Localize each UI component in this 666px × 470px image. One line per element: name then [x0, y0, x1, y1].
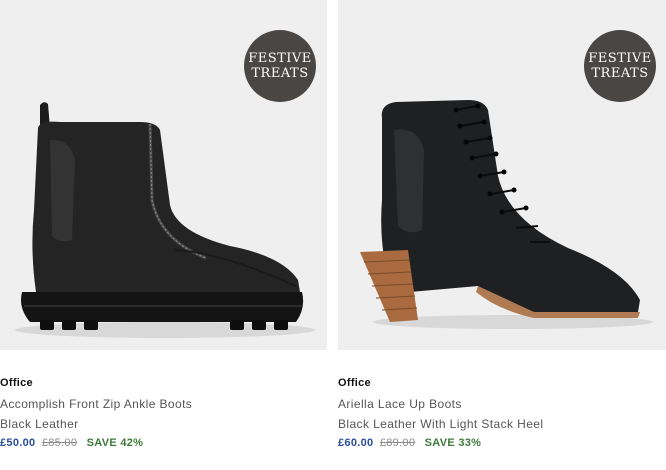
product-colour: Black Leather With Light Stack Heel [338, 417, 544, 431]
product-image-2[interactable]: FESTIVE TREATS [338, 0, 666, 350]
badge-line1: FESTIVE [588, 51, 652, 66]
save-label: SAVE 42% [86, 437, 144, 449]
product-info-2: Office Ariella Lace Up Boots Black Leath… [338, 377, 666, 451]
festive-treats-badge: FESTIVE TREATS [584, 30, 656, 102]
product-image-1[interactable]: FESTIVE TREATS [0, 0, 327, 350]
price-now: £60.00 [338, 437, 374, 449]
product-name-link[interactable]: Ariella Lace Up Boots [338, 397, 666, 412]
product-prices: £60.00 £89.00 SAVE 33% [338, 437, 666, 451]
product-card-2[interactable]: FESTIVE TREATS Office Ariella Lace Up Bo… [338, 0, 666, 451]
product-colour: Black Leather [0, 417, 79, 431]
product-brand: Office [0, 377, 33, 389]
product-name-link[interactable]: Accomplish Front Zip Ankle Boots [0, 397, 327, 412]
price-was: £85.00 [41, 437, 78, 449]
badge-line2: TREATS [251, 66, 309, 81]
badge-line1: FESTIVE [248, 51, 312, 66]
product-brand: Office [338, 377, 371, 389]
price-was: £89.00 [379, 437, 416, 449]
product-info-1: Office Accomplish Front Zip Ankle Boots … [0, 377, 327, 451]
festive-treats-badge: FESTIVE TREATS [244, 30, 316, 102]
product-prices: £50.00 £85.00 SAVE 42% [0, 437, 327, 451]
product-card-1[interactable]: FESTIVE TREATS Office Accomplish Front Z… [0, 0, 327, 451]
badge-line2: TREATS [591, 66, 649, 81]
price-now: £50.00 [0, 437, 36, 449]
save-label: SAVE 33% [424, 437, 482, 449]
